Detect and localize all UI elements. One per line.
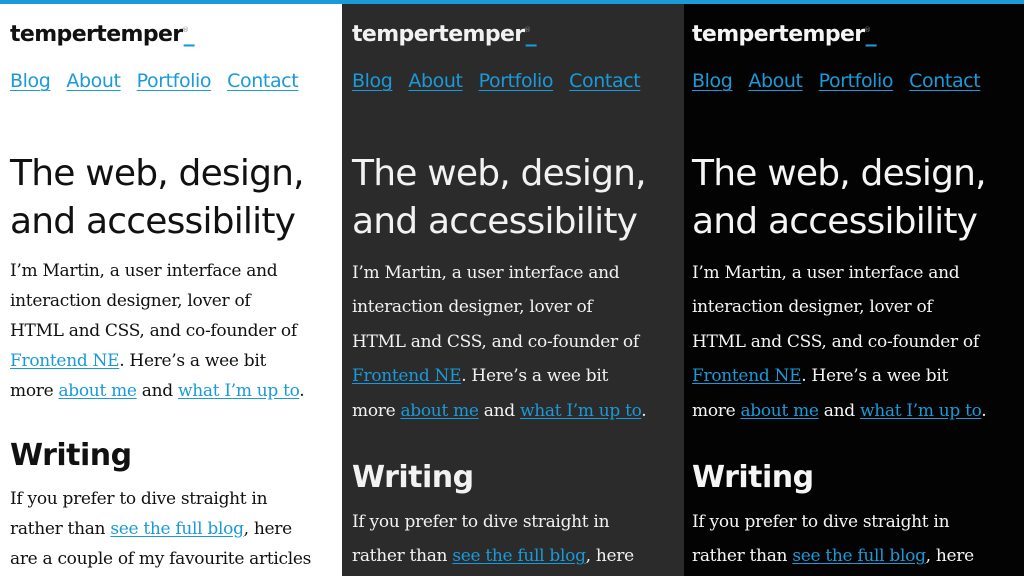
writing-text: rather than [692, 546, 793, 567]
site-logo[interactable]: tempertemper_ ® [352, 20, 537, 50]
intro-line: HTML and CSS, and co-founder of [10, 321, 297, 341]
page-title-line-1: The web, design, [692, 153, 987, 194]
intro-line: interaction designer, lover of [692, 297, 933, 318]
full-blog-link[interactable]: see the full blog [110, 519, 244, 539]
intro-line: more about me and what I’m up to. [692, 394, 1022, 428]
page-title-line-1: The web, design, [352, 153, 647, 194]
theme-comparison: tempertemper_ ® Blog About Portfolio Cont… [0, 0, 1024, 576]
nav-link-blog[interactable]: Blog [10, 70, 51, 92]
nav-link-about[interactable]: About [748, 70, 803, 92]
main-nav: Blog About Portfolio Contact [352, 70, 641, 92]
frontend-ne-link[interactable]: Frontend NE [692, 366, 802, 386]
frontend-ne-link[interactable]: Frontend NE [10, 351, 120, 371]
nav-link-portfolio[interactable]: Portfolio [479, 70, 554, 92]
writing-line: rather than see the full blog, here [352, 539, 634, 573]
nav-link-portfolio[interactable]: Portfolio [137, 70, 212, 92]
page-title-line-2: and accessibility [10, 201, 296, 242]
page-title: The web, design, and accessibility [692, 150, 987, 246]
registered-mark: ® [864, 26, 871, 34]
intro-paragraph: I’m Martin, a user interface and interac… [10, 256, 340, 406]
nav-link-blog[interactable]: Blog [692, 70, 733, 92]
registered-mark: ® [182, 26, 189, 34]
page-title-line-2: and accessibility [692, 201, 978, 242]
intro-text: more [10, 381, 59, 401]
intro-text: . Here’s a wee bit [119, 351, 266, 371]
writing-paragraph: If you prefer to dive straight in rather… [352, 505, 634, 574]
intro-line: more about me and what I’m up to. [10, 376, 340, 406]
writing-text: , here [925, 546, 975, 567]
intro-line: I’m Martin, a user interface and [352, 263, 620, 283]
writing-line: rather than see the full blog, here [692, 539, 974, 573]
writing-text: rather than [352, 546, 453, 567]
intro-text: and [478, 400, 520, 421]
about-me-link[interactable]: about me [58, 381, 137, 401]
writing-heading: Writing [692, 460, 814, 495]
writing-line: If you prefer to dive straight in [10, 489, 268, 509]
writing-line: If you prefer to dive straight in [692, 512, 950, 532]
nav-link-portfolio[interactable]: Portfolio [819, 70, 894, 92]
full-blog-link[interactable]: see the full blog [792, 546, 926, 566]
intro-text: . [641, 400, 647, 421]
writing-text: , here [243, 519, 293, 539]
page-title: The web, design, and accessibility [352, 150, 647, 246]
writing-text: , here [585, 546, 635, 567]
main-nav: Blog About Portfolio Contact [692, 70, 981, 92]
writing-heading: Writing [10, 438, 132, 473]
nav-link-blog[interactable]: Blog [352, 70, 393, 92]
frontend-ne-link[interactable]: Frontend NE [352, 366, 462, 386]
page-title-line-2: and accessibility [352, 201, 638, 242]
accent-top-bar [0, 0, 1024, 4]
intro-text: . [981, 400, 987, 421]
intro-line: HTML and CSS, and co-founder of [692, 331, 979, 352]
registered-mark: ® [524, 26, 531, 34]
intro-line: Frontend NE. Here’s a wee bit [692, 359, 1022, 393]
nav-link-contact[interactable]: Contact [909, 70, 981, 92]
writing-line: rather than see the full blog, here [10, 514, 311, 544]
about-me-link[interactable]: about me [400, 401, 479, 421]
intro-text: . Here’s a wee bit [801, 366, 948, 387]
up-to-link[interactable]: what I’m up to [860, 401, 982, 421]
intro-line: interaction designer, lover of [352, 297, 593, 318]
intro-text: more [692, 400, 741, 421]
intro-text: more [352, 400, 401, 421]
main-nav: Blog About Portfolio Contact [10, 70, 299, 92]
page-title-line-1: The web, design, [10, 153, 305, 194]
writing-paragraph: If you prefer to dive straight in rather… [692, 505, 974, 574]
up-to-link[interactable]: what I’m up to [178, 381, 300, 401]
site-logo[interactable]: tempertemper_ ® [692, 20, 877, 50]
intro-line: I’m Martin, a user interface and [10, 261, 278, 281]
intro-line: Frontend NE. Here’s a wee bit [10, 346, 340, 376]
intro-paragraph: I’m Martin, a user interface and interac… [352, 256, 682, 428]
nav-link-contact[interactable]: Contact [569, 70, 641, 92]
intro-paragraph: I’m Martin, a user interface and interac… [692, 256, 1022, 428]
writing-text: rather than [10, 519, 111, 539]
light-theme-panel: tempertemper_ ® Blog About Portfolio Cont… [0, 0, 342, 576]
about-me-link[interactable]: about me [740, 401, 819, 421]
intro-text: and [818, 400, 860, 421]
writing-paragraph: If you prefer to dive straight in rather… [10, 484, 311, 574]
writing-line: are a couple of my favourite articles [10, 549, 312, 569]
intro-line: Frontend NE. Here’s a wee bit [352, 359, 682, 393]
logo-text: tempertemper [352, 22, 525, 47]
intro-line: more about me and what I’m up to. [352, 394, 682, 428]
intro-text: . Here’s a wee bit [461, 366, 608, 387]
intro-line: interaction designer, lover of [10, 291, 251, 311]
logo-text: tempertemper [692, 22, 865, 47]
intro-text: . [299, 381, 305, 401]
intro-line: HTML and CSS, and co-founder of [352, 331, 639, 352]
nav-link-about[interactable]: About [408, 70, 463, 92]
up-to-link[interactable]: what I’m up to [520, 401, 642, 421]
full-blog-link[interactable]: see the full blog [452, 546, 586, 566]
logo-text: tempertemper [10, 22, 183, 47]
site-logo[interactable]: tempertemper_ ® [10, 20, 195, 50]
intro-text: and [136, 381, 178, 401]
page-title: The web, design, and accessibility [10, 150, 305, 246]
writing-heading: Writing [352, 460, 474, 495]
nav-link-contact[interactable]: Contact [227, 70, 299, 92]
intro-line: I’m Martin, a user interface and [692, 263, 960, 283]
nav-link-about[interactable]: About [66, 70, 121, 92]
writing-line: If you prefer to dive straight in [352, 512, 610, 532]
dark-theme-panel: tempertemper_ ® Blog About Portfolio Cont… [342, 0, 684, 576]
black-theme-panel: tempertemper_ ® Blog About Portfolio Cont… [684, 0, 1024, 576]
